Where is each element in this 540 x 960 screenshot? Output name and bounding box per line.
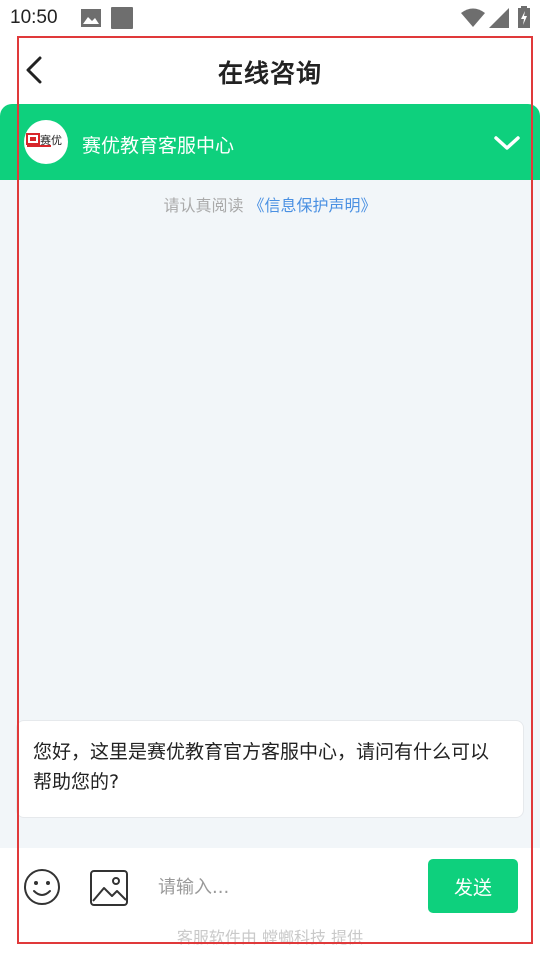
battery-icon xyxy=(518,6,530,28)
notice-text: 请认真阅读 xyxy=(163,196,244,215)
wifi-icon xyxy=(461,8,485,27)
service-logo: 赛优 xyxy=(24,120,68,164)
message-bubble: 您好，这里是赛优教育官方客服中心，请问有什么可以帮助您的? xyxy=(16,720,524,818)
collapse-button[interactable] xyxy=(490,126,524,160)
service-name: 赛优教育客服中心 xyxy=(82,135,235,157)
chevron-down-icon xyxy=(494,136,520,150)
photo-icon xyxy=(81,9,101,27)
smiley-icon[interactable] xyxy=(23,868,61,906)
status-time: 10:50 xyxy=(10,7,58,28)
square-icon xyxy=(111,7,133,29)
page-title: 在线咨询 xyxy=(217,59,322,88)
logo-text: 赛优 xyxy=(40,133,62,147)
privacy-notice: 请认真阅读 《信息保护声明》 xyxy=(0,192,540,216)
logo-mark: 赛优 xyxy=(26,133,62,147)
input-bar: 发送 xyxy=(0,848,540,924)
app-root: 10:50 在线咨询 赛优 赛优教育客服中心 请认真阅读 《信息保护声明》 您好… xyxy=(0,0,540,960)
footer-credit: 客服软件由 螳螂科技 提供 xyxy=(176,928,364,947)
message-input[interactable] xyxy=(150,868,410,906)
status-bar: 10:50 xyxy=(0,0,540,36)
send-button[interactable]: 发送 xyxy=(428,859,518,913)
header: 在线咨询 xyxy=(0,36,540,104)
image-icon[interactable] xyxy=(89,869,129,907)
privacy-policy-link[interactable]: 《信息保护声明》 xyxy=(249,196,377,215)
service-bar[interactable]: 赛优 赛优教育客服中心 xyxy=(0,104,540,180)
chat-area[interactable]: 请认真阅读 《信息保护声明》 您好，这里是赛优教育官方客服中心，请问有什么可以帮… xyxy=(0,180,540,848)
signal-icon xyxy=(489,8,509,28)
